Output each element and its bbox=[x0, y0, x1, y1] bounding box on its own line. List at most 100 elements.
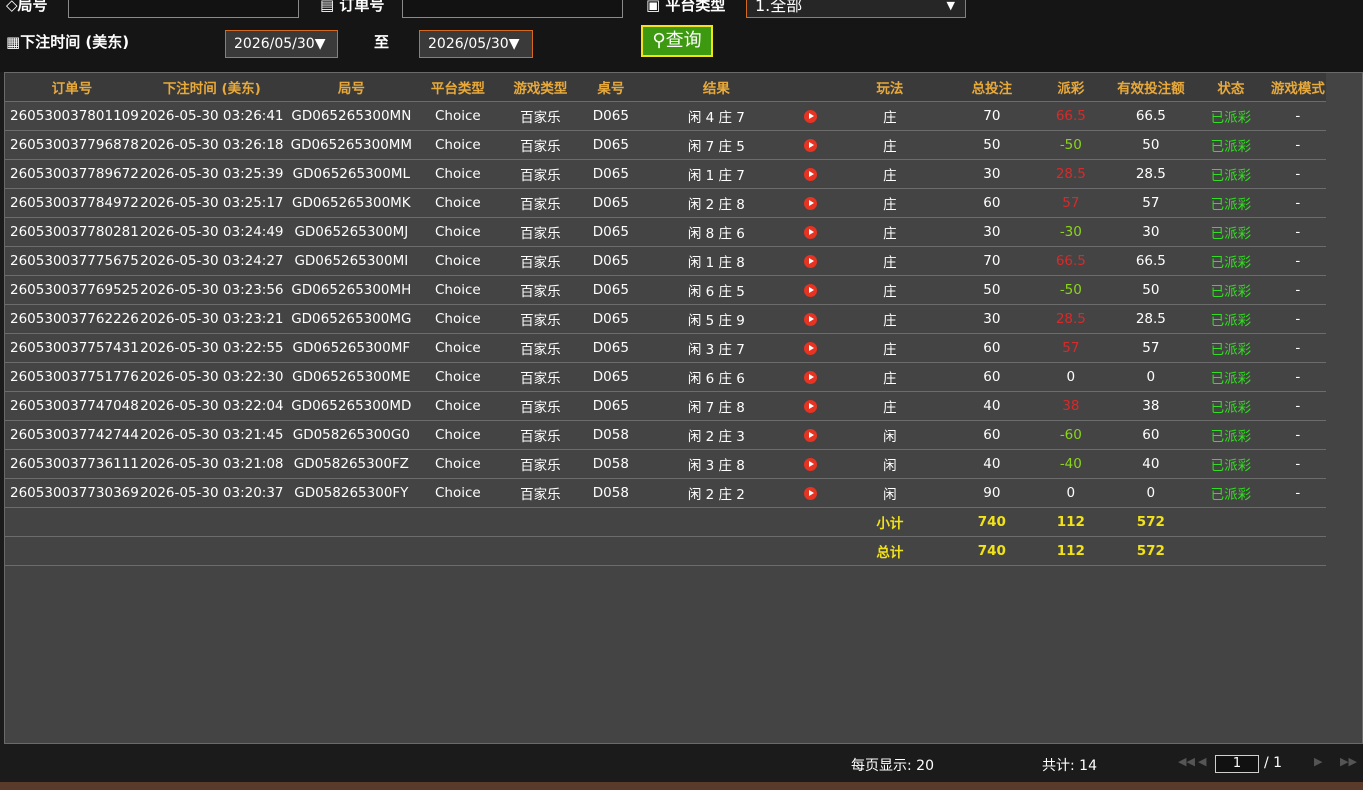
replay-cell[interactable] bbox=[793, 246, 828, 276]
total-row-payout: 112 bbox=[1031, 536, 1110, 566]
play-icon[interactable] bbox=[804, 457, 818, 471]
table-row[interactable]: 260530037762226 2026-05-30 03:23:21 GD0652… bbox=[5, 304, 1326, 334]
replay-cell[interactable] bbox=[793, 391, 828, 421]
table-cell: 260530037789672 bbox=[5, 159, 139, 189]
last-page-icon[interactable]: ▶▶ bbox=[1340, 755, 1357, 768]
table-cell: 闲 2 庄 8 bbox=[638, 188, 794, 218]
table-cell: Choice bbox=[417, 391, 498, 421]
table-cell: GD065265300MK bbox=[284, 188, 418, 218]
empty-cell bbox=[497, 507, 583, 537]
table-cell: 28.5 bbox=[1031, 159, 1110, 189]
replay-cell[interactable] bbox=[793, 449, 828, 479]
play-icon[interactable] bbox=[804, 341, 818, 355]
play-icon[interactable] bbox=[804, 167, 818, 181]
table-row[interactable]: 260530037780281 2026-05-30 03:24:49 GD0652… bbox=[5, 217, 1326, 247]
play-icon[interactable] bbox=[804, 428, 818, 442]
table-row[interactable]: 260530037775675 2026-05-30 03:24:27 GD0652… bbox=[5, 246, 1326, 276]
table-row[interactable]: 260530037730369 2026-05-30 03:20:37 GD0582… bbox=[5, 478, 1326, 508]
date-to-picker[interactable]: 2026/05/30▼ bbox=[419, 30, 533, 58]
table-cell: - bbox=[1269, 159, 1326, 189]
table-cell: 闲 2 庄 3 bbox=[638, 420, 794, 450]
table-cell: 30 bbox=[951, 217, 1032, 247]
prev-page-icon[interactable]: ◀ bbox=[1198, 755, 1206, 768]
table-cell: 260530037762226 bbox=[5, 304, 139, 334]
table-row[interactable]: 260530037751776 2026-05-30 03:22:30 GD0652… bbox=[5, 362, 1326, 392]
table-row[interactable]: 260530037742744 2026-05-30 03:21:45 GD0582… bbox=[5, 420, 1326, 450]
platform-select[interactable]: 1.全部 ▼ bbox=[746, 0, 966, 18]
replay-cell[interactable] bbox=[793, 130, 828, 160]
next-page-icon[interactable]: ▶ bbox=[1314, 755, 1322, 768]
table-cell: D058 bbox=[582, 420, 639, 450]
table-cell: - bbox=[1269, 304, 1326, 334]
table-cell: 闲 3 庄 8 bbox=[638, 449, 794, 479]
replay-cell[interactable] bbox=[793, 101, 828, 131]
table-cell: 260530037730369 bbox=[5, 478, 139, 508]
table-cell: 60 bbox=[1109, 420, 1192, 450]
play-icon[interactable] bbox=[804, 283, 818, 297]
table-cell: 38 bbox=[1031, 391, 1110, 421]
table-cell: 百家乐 bbox=[497, 449, 583, 479]
table-cell: -50 bbox=[1031, 275, 1110, 305]
round-number-input[interactable] bbox=[68, 0, 299, 18]
empty-cell bbox=[497, 536, 583, 566]
table-cell: 闲 6 庄 6 bbox=[638, 362, 794, 392]
table-cell: -40 bbox=[1031, 449, 1110, 479]
table-cell: 57 bbox=[1109, 333, 1192, 363]
first-page-icon[interactable]: ◀◀ bbox=[1178, 755, 1195, 768]
play-icon[interactable] bbox=[804, 312, 818, 326]
table-cell: - bbox=[1269, 130, 1326, 160]
play-icon[interactable] bbox=[804, 138, 818, 152]
play-icon[interactable] bbox=[804, 109, 818, 123]
table-row[interactable]: 260530037789672 2026-05-30 03:25:39 GD0652… bbox=[5, 159, 1326, 189]
table-row[interactable]: 260530037796878 2026-05-30 03:26:18 GD0652… bbox=[5, 130, 1326, 160]
play-icon[interactable] bbox=[804, 370, 818, 384]
table-row[interactable]: 260530037784972 2026-05-30 03:25:17 GD0652… bbox=[5, 188, 1326, 218]
replay-cell[interactable] bbox=[793, 420, 828, 450]
filter-bar: ◇局号 ▤ 订单号 ▣ 平台类型 1.全部 ▼ ▦下注时间 (美东) 2026/0… bbox=[0, 0, 1363, 72]
table-cell: Choice bbox=[417, 333, 498, 363]
play-icon[interactable] bbox=[804, 225, 818, 239]
replay-cell[interactable] bbox=[793, 275, 828, 305]
table-cell: 百家乐 bbox=[497, 130, 583, 160]
table-row[interactable]: 260530037736111 2026-05-30 03:21:08 GD0582… bbox=[5, 449, 1326, 479]
to-label: 至 bbox=[374, 33, 390, 51]
column-header: 玩法 bbox=[827, 73, 952, 102]
column-header: 有效投注额 bbox=[1109, 73, 1192, 102]
table-cell: GD058265300FZ bbox=[284, 449, 418, 479]
order-number-input[interactable] bbox=[402, 0, 623, 18]
table-cell: 50 bbox=[951, 130, 1032, 160]
table-cell: 百家乐 bbox=[497, 304, 583, 334]
table-cell: 庄 bbox=[827, 333, 952, 363]
play-icon[interactable] bbox=[804, 254, 818, 268]
replay-cell[interactable] bbox=[793, 478, 828, 508]
replay-cell[interactable] bbox=[793, 333, 828, 363]
query-button[interactable]: ⚲查询 bbox=[641, 25, 713, 57]
empty-cell bbox=[284, 536, 418, 566]
table-cell: 庄 bbox=[827, 130, 952, 160]
table-row[interactable]: 260530037769525 2026-05-30 03:23:56 GD0652… bbox=[5, 275, 1326, 305]
replay-cell[interactable] bbox=[793, 159, 828, 189]
table-cell: GD065265300MN bbox=[284, 101, 418, 131]
table-cell: 2026-05-30 03:23:56 bbox=[138, 275, 285, 305]
replay-cell[interactable] bbox=[793, 362, 828, 392]
page-number-input[interactable]: 1 bbox=[1215, 755, 1259, 773]
table-cell: 50 bbox=[1109, 275, 1192, 305]
play-icon[interactable] bbox=[804, 196, 818, 210]
subtotal-row-total-bet: 740 bbox=[951, 507, 1032, 537]
table-row[interactable]: 260530037757431 2026-05-30 03:22:55 GD0652… bbox=[5, 333, 1326, 363]
column-header: 桌号 bbox=[582, 73, 639, 102]
column-header bbox=[793, 73, 828, 102]
table-cell: 百家乐 bbox=[497, 275, 583, 305]
replay-cell[interactable] bbox=[793, 304, 828, 334]
replay-cell[interactable] bbox=[793, 188, 828, 218]
table-row[interactable]: 260530037747048 2026-05-30 03:22:04 GD0652… bbox=[5, 391, 1326, 421]
play-icon[interactable] bbox=[804, 486, 818, 500]
replay-cell[interactable] bbox=[793, 217, 828, 247]
empty-cell bbox=[5, 536, 139, 566]
table-cell: 已派彩 bbox=[1191, 478, 1270, 508]
date-from-picker[interactable]: 2026/05/30▼ bbox=[225, 30, 338, 58]
table-row[interactable]: 260530037801109 2026-05-30 03:26:41 GD0652… bbox=[5, 101, 1326, 131]
bottom-strip bbox=[0, 782, 1363, 790]
table-cell: 庄 bbox=[827, 101, 952, 131]
play-icon[interactable] bbox=[804, 399, 818, 413]
